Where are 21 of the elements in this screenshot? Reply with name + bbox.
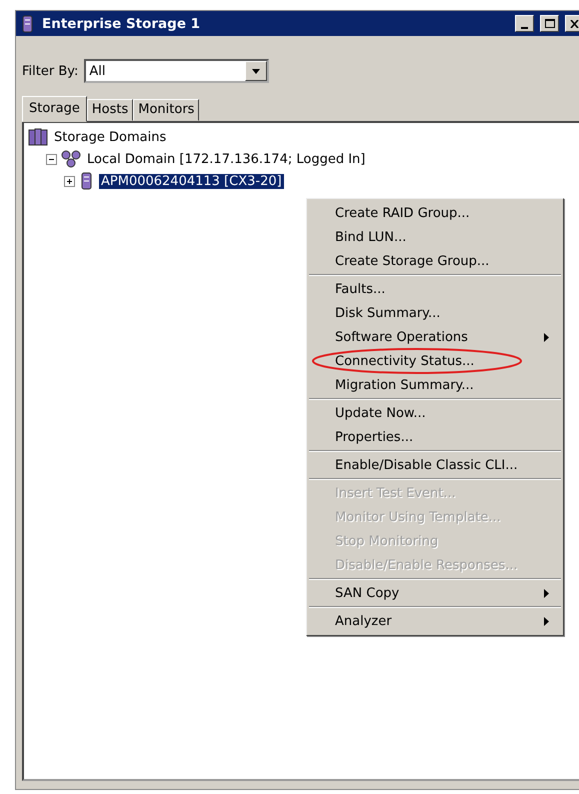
menu-item[interactable]: Faults... <box>335 282 386 296</box>
menu-item[interactable]: SAN Copy <box>335 586 400 600</box>
menu-item[interactable]: Create Storage Group... <box>335 254 490 268</box>
menu-item[interactable]: Properties... <box>335 430 414 444</box>
menu-item[interactable]: Migration Summary... <box>335 378 474 392</box>
menu-item[interactable]: Create RAID Group... <box>335 206 470 220</box>
filter-label: Filter By: <box>22 64 78 78</box>
menu-item[interactable]: Software Operations <box>335 330 468 344</box>
tab[interactable]: Monitors <box>133 99 200 121</box>
menu-item[interactable]: Enable/Disable Classic CLI... <box>335 458 518 472</box>
window-title: Enterprise Storage 1 <box>42 16 202 32</box>
menu-item[interactable]: Bind LUN... <box>335 230 406 244</box>
menu-item[interactable]: Disk Summary... <box>335 306 440 320</box>
menu-item[interactable]: Update Now... <box>335 406 426 420</box>
tab[interactable]: Hosts <box>86 99 134 121</box>
menu-item[interactable]: Analyzer <box>335 614 392 628</box>
tree-item[interactable]: Local Domain [172.17.136.174; Logged In] <box>85 152 368 166</box>
tree-item[interactable]: Storage Domains <box>52 130 168 144</box>
filter-dropdown[interactable]: All <box>84 59 270 83</box>
tree-item[interactable]: APM00062404113 [CX3-20] <box>99 174 284 188</box>
tab[interactable]: Storage <box>22 96 87 122</box>
